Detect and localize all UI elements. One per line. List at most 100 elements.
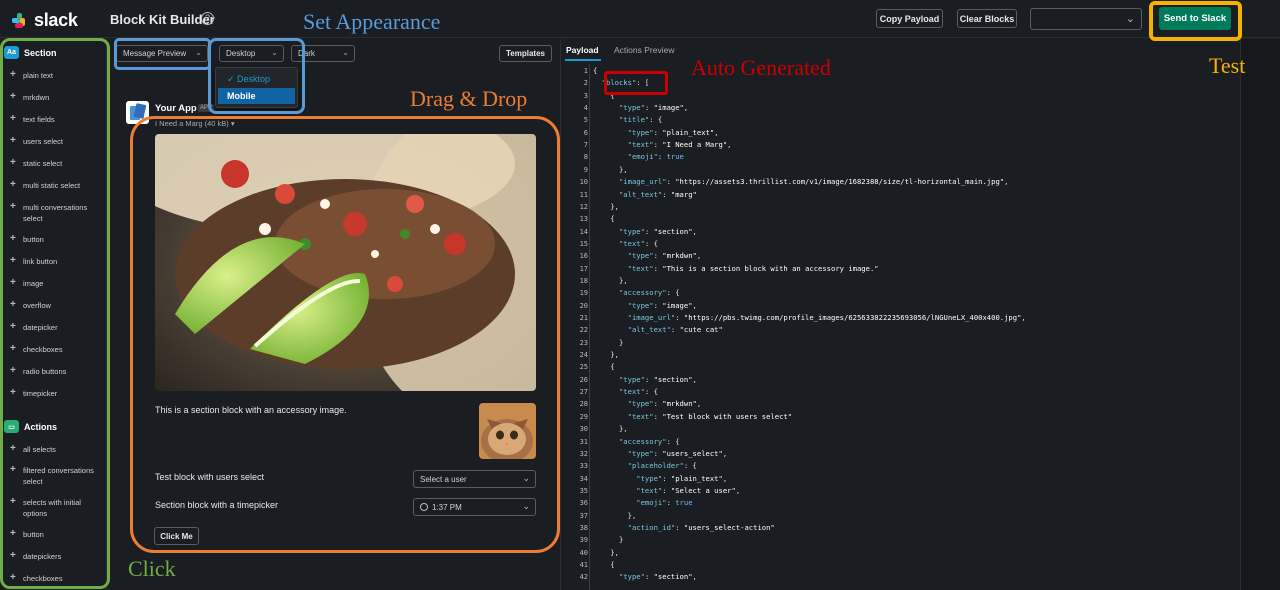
appearance-highlight-box — [114, 38, 211, 70]
device-highlight-box — [208, 38, 305, 114]
line-number: 23 — [579, 338, 588, 347]
line-number: 8 — [583, 153, 588, 162]
test-highlight-box — [1149, 1, 1242, 41]
payload-pane: Payload Actions Preview 1 2 3 4 5 6 7 8 9 10 11 12 1… — [560, 39, 1240, 590]
annotation-set-appearance: Set Appearance — [303, 9, 441, 34]
line-number: 31 — [579, 437, 588, 446]
tab-active-indicator — [565, 59, 601, 61]
annotation-test: Test — [1209, 53, 1246, 78]
code-line: "text": "Select a user", — [636, 485, 741, 495]
line-number: 42 — [579, 573, 588, 582]
code-line: "image_url": "https://pbs.twimg.com/prof… — [627, 313, 1026, 322]
code-line: "type": "mrkdwn", — [627, 399, 702, 409]
code-line: "type": "section", — [618, 572, 697, 582]
line-number: 29 — [579, 412, 588, 421]
code-line: "text": { — [618, 238, 658, 248]
line-number: 5 — [583, 116, 588, 125]
click-highlight-box — [0, 38, 110, 589]
line-number: 32 — [579, 449, 588, 458]
line-number: 41 — [579, 561, 588, 569]
line-number: 9 — [583, 165, 588, 174]
line-number: 12 — [579, 202, 588, 211]
code-line: } — [593, 337, 624, 347]
line-number: 30 — [579, 425, 588, 434]
code-line: "type": "image", — [618, 103, 689, 113]
code-line: }, — [593, 547, 619, 557]
code-line: { — [593, 362, 615, 372]
line-number: 4 — [583, 104, 588, 113]
code-line: "text": { — [618, 387, 658, 397]
line-number: 13 — [579, 215, 588, 224]
slack-logo[interactable]: slack — [12, 10, 78, 31]
minimap-strip — [1240, 39, 1280, 590]
code-line: "type": "mrkdwn", — [627, 251, 702, 261]
logo-text: slack — [34, 10, 78, 30]
line-number: 21 — [579, 314, 588, 322]
code-line: "type": "users_select", — [627, 448, 728, 458]
code-line: }, — [593, 164, 628, 174]
code-line: }, — [593, 275, 628, 285]
line-number-gutter: 1 2 3 4 5 6 7 8 9 10 11 12 13 14 15 16 17 18 19 20 21 22 23 24 2… — [561, 64, 591, 590]
code-line: "alt_text": "cute cat" — [627, 325, 723, 335]
line-number: 26 — [579, 375, 588, 384]
line-number: 25 — [579, 363, 588, 372]
code-line: "image_url": "https://assets3.thrillist.… — [618, 177, 1009, 187]
code-line: "text": "I Need a Marg", — [627, 140, 732, 150]
line-number: 38 — [579, 523, 588, 532]
line-number: 35 — [579, 486, 588, 495]
code-line: }, — [593, 424, 628, 434]
line-number: 19 — [579, 289, 588, 298]
line-number: 36 — [579, 499, 588, 508]
app-title: Block Kit Builder — [110, 12, 215, 27]
copy-payload-button[interactable]: Copy Payload — [876, 9, 943, 28]
slack-hash-icon — [12, 12, 28, 29]
tab-actions-preview[interactable]: Actions Preview — [614, 45, 674, 55]
line-number: 1 — [583, 67, 588, 75]
annotation-drag-drop: Drag & Drop — [410, 86, 528, 111]
line-number: 10 — [579, 178, 588, 187]
code-line: "title": { — [618, 115, 663, 125]
gutter-divider — [589, 64, 590, 590]
line-number: 3 — [583, 91, 588, 100]
line-number: 39 — [579, 536, 588, 545]
line-number: 14 — [579, 227, 588, 236]
code-line: "emoji": true — [636, 498, 693, 508]
help-circle-icon[interactable]: ? — [201, 12, 214, 25]
tab-payload[interactable]: Payload — [566, 45, 599, 55]
blocks-highlight-box — [604, 71, 668, 95]
chevron-down-icon: ⌄ — [1125, 13, 1135, 25]
line-number: 34 — [579, 474, 588, 483]
line-number: 24 — [579, 351, 588, 360]
annotation-auto-generated: Auto Generated — [691, 55, 831, 80]
code-line: { — [593, 66, 598, 75]
code-line: }, — [593, 510, 637, 520]
drag-drop-highlight-box — [130, 116, 560, 553]
line-number: 6 — [583, 128, 588, 137]
clear-blocks-button[interactable]: Clear Blocks — [957, 9, 1017, 28]
code-line: "text": "Test block with users select" — [627, 411, 793, 421]
line-number: 33 — [579, 462, 588, 471]
code-line: { — [593, 214, 615, 224]
line-number: 17 — [579, 264, 588, 273]
workspace-select[interactable]: ⌄ — [1030, 8, 1142, 30]
code-line: "type": "image", — [627, 300, 697, 310]
app-name: Your App — [155, 103, 197, 114]
code-line: "type": "plain_text", — [636, 473, 728, 483]
templates-button[interactable]: Templates — [499, 45, 552, 62]
line-number: 11 — [579, 190, 588, 199]
line-number: 22 — [579, 326, 588, 335]
code-line: } — [593, 535, 624, 545]
chevron-down-icon: ⌄ — [342, 48, 349, 57]
code-line: "action_id": "users_select-action" — [627, 522, 775, 532]
code-line: "alt_text": "marg" — [618, 189, 697, 199]
line-number: 40 — [579, 548, 588, 557]
code-line: "emoji": true — [627, 152, 684, 162]
code-line: "placeholder": { — [627, 461, 697, 471]
code-line: "text": "This is a section block with an… — [627, 263, 879, 273]
top-bar: slack Block Kit Builder ? Copy Payload C… — [0, 0, 1280, 38]
code-line: }, — [593, 201, 619, 211]
line-number: 20 — [579, 301, 588, 310]
line-number: 7 — [583, 141, 588, 150]
line-number: 37 — [579, 511, 588, 520]
line-number: 18 — [579, 276, 588, 285]
